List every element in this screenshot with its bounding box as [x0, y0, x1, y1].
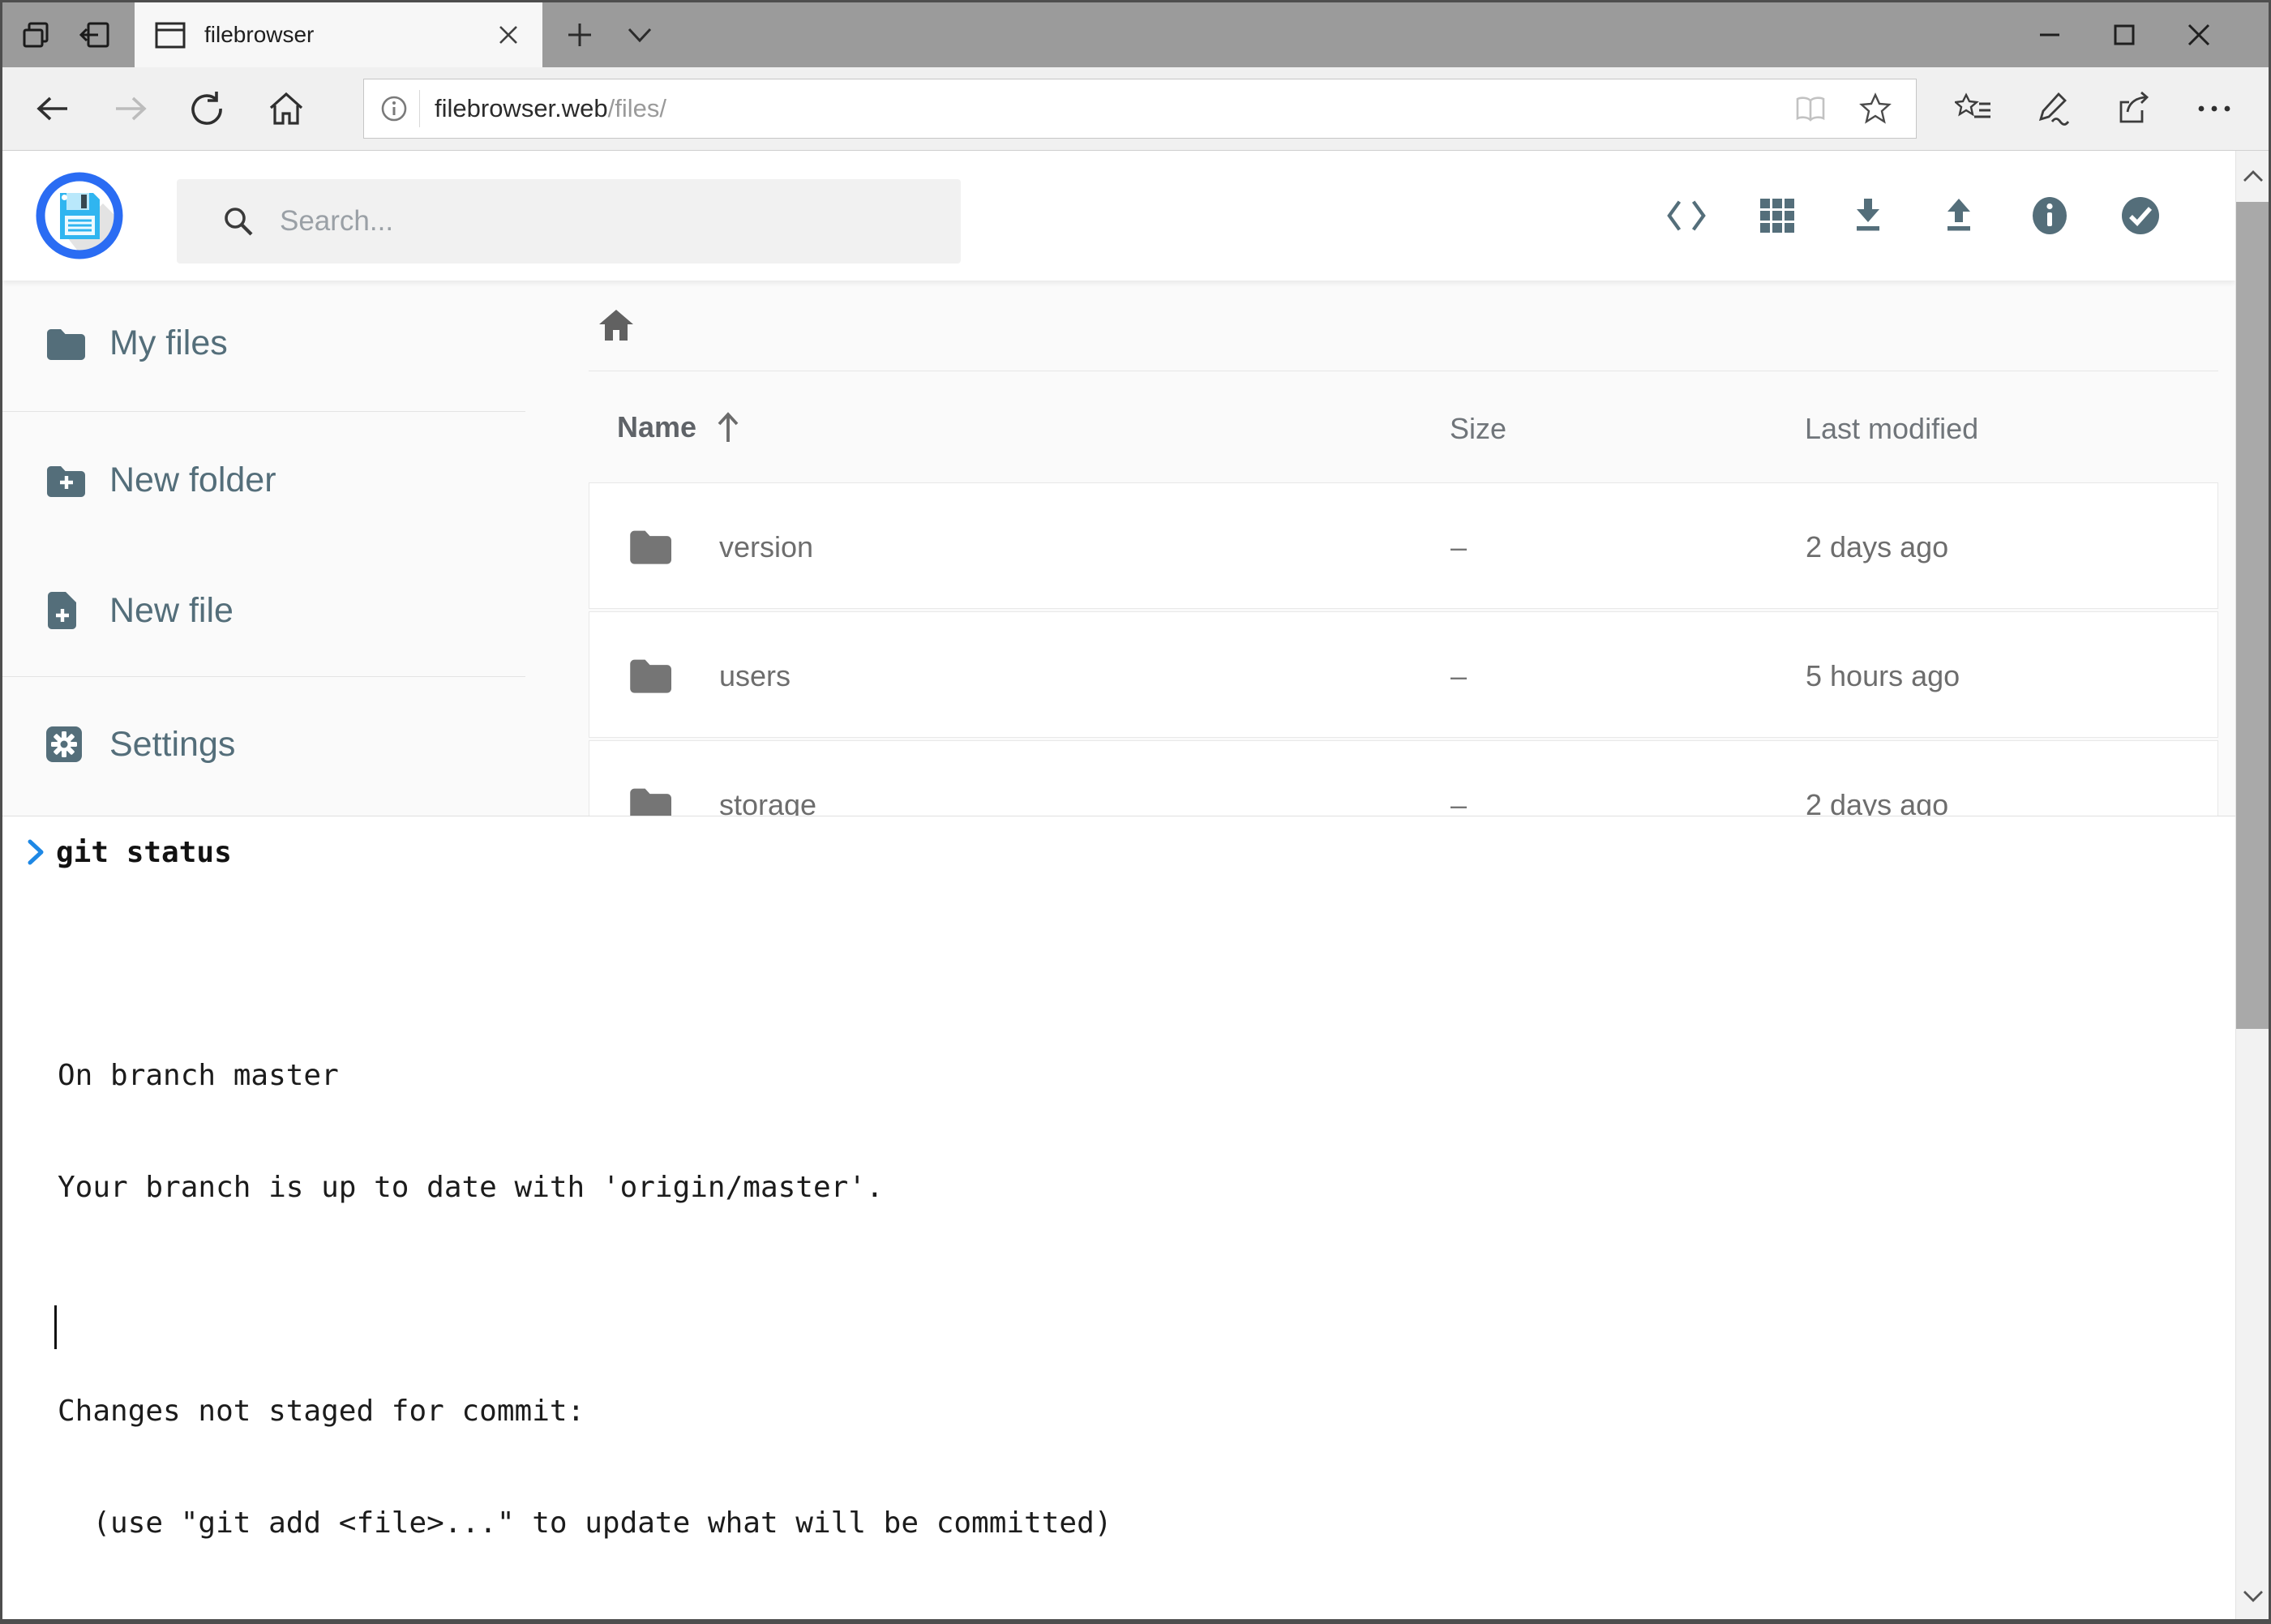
address-bar[interactable]: filebrowser.web/files/	[363, 79, 1917, 139]
folder-icon	[45, 326, 87, 360]
terminal-prompt-line: git status	[2, 833, 232, 871]
terminal-output: On branch master Your branch is up to da…	[58, 871, 1376, 1624]
file-modified: 2 days ago	[1806, 530, 1948, 564]
scrollbar-thumb[interactable]	[2236, 202, 2269, 1029]
sidebar-item-label: Settings	[109, 725, 235, 765]
page-scrollbar[interactable]	[2235, 151, 2269, 1622]
scroll-up-icon[interactable]	[2236, 151, 2269, 201]
address-separator	[419, 90, 420, 127]
search-icon	[221, 204, 255, 238]
filebrowser-header	[2, 151, 2235, 281]
file-name: version	[719, 530, 813, 564]
reading-view-icon[interactable]	[1778, 67, 1843, 150]
web-notes-pen-icon[interactable]	[2013, 67, 2093, 150]
breadcrumb-home-icon[interactable]	[596, 307, 636, 347]
search-input[interactable]	[278, 204, 927, 238]
terminal-panel[interactable]: git status On branch master Your branch …	[2, 816, 2235, 1622]
back-icon[interactable]	[17, 67, 88, 150]
new-file-icon	[45, 590, 87, 631]
column-last-modified[interactable]: Last modified	[1805, 412, 1978, 446]
file-row-users[interactable]: users – 5 hours ago	[589, 611, 2218, 738]
code-editor-icon[interactable]	[1666, 191, 1707, 240]
file-size: –	[1450, 530, 1467, 564]
terminal-cursor	[54, 1305, 57, 1349]
terminal-line: (use "git add <file>..." to update what …	[58, 1505, 1376, 1542]
settings-gear-icon	[45, 725, 87, 764]
close-button[interactable]	[2162, 2, 2236, 67]
sidebar-divider	[2, 676, 525, 677]
terminal-command: git status	[56, 836, 232, 869]
terminal-line: (use "git checkout -- <file>..." to disc…	[58, 1617, 1376, 1624]
maximize-button[interactable]	[2087, 2, 2162, 67]
sidebar-divider	[2, 411, 525, 412]
new-tab-button[interactable]	[552, 2, 607, 67]
terminal-line: Your branch is up to date with 'origin/m…	[58, 1169, 1376, 1206]
filebrowser-logo	[35, 171, 124, 264]
sidebar-item-label: New folder	[109, 461, 276, 500]
new-folder-icon	[45, 463, 87, 497]
file-modified: 5 hours ago	[1806, 659, 1960, 693]
sidebar-item-new-file[interactable]: New file	[2, 572, 525, 649]
file-row-version[interactable]: version – 2 days ago	[589, 482, 2218, 609]
column-name[interactable]: Name	[617, 410, 742, 444]
tab-preview-chevron-icon[interactable]	[612, 2, 667, 67]
favorites-hub-icon[interactable]	[1933, 67, 2013, 150]
page-favicon-icon	[154, 19, 186, 50]
navigation-toolbar: filebrowser.web/files/	[2, 67, 2269, 151]
home-icon[interactable]	[251, 67, 322, 150]
grid-view-icon[interactable]	[1757, 191, 1798, 240]
sidebar-item-my-files[interactable]: My files	[2, 304, 525, 382]
terminal-line: Changes not staged for commit:	[58, 1393, 1376, 1430]
info-icon[interactable]	[2029, 191, 2070, 240]
upload-icon[interactable]	[1939, 191, 1979, 240]
share-icon[interactable]	[2093, 67, 2174, 150]
file-list: version – 2 days ago users – 5 hours ago…	[589, 482, 2218, 869]
scroll-down-icon[interactable]	[2236, 1571, 2269, 1622]
browser-window: filebrowser	[0, 0, 2271, 1624]
file-name: users	[719, 659, 791, 693]
refresh-icon[interactable]	[171, 67, 242, 150]
select-multiple-check-icon[interactable]	[2120, 191, 2161, 240]
file-size: –	[1450, 659, 1467, 693]
prompt-chevron-icon	[25, 836, 46, 868]
browser-tab[interactable]: filebrowser	[135, 2, 542, 67]
settings-more-icon[interactable]	[2174, 67, 2254, 150]
tabs-aside-list-icon[interactable]	[11, 2, 61, 67]
sidebar-item-settings[interactable]: Settings	[2, 705, 525, 783]
forward-icon[interactable]	[95, 67, 166, 150]
download-icon[interactable]	[1848, 191, 1888, 240]
sidebar-item-label: My files	[109, 324, 228, 363]
tab-bar: filebrowser	[2, 2, 2269, 67]
tab-title: filebrowser	[204, 22, 314, 48]
listing-header: Name Size Last modified	[589, 410, 2218, 451]
search-bar[interactable]	[177, 179, 961, 264]
sidebar-item-new-folder[interactable]: New folder	[2, 441, 525, 519]
add-favorite-star-icon[interactable]	[1843, 67, 1908, 150]
folder-icon	[628, 656, 671, 697]
tab-close-icon[interactable]	[497, 24, 520, 46]
url-text[interactable]: filebrowser.web/files/	[435, 94, 666, 123]
set-tabs-aside-icon[interactable]	[67, 2, 121, 67]
site-info-icon[interactable]	[380, 95, 408, 122]
column-size[interactable]: Size	[1450, 412, 1506, 446]
url-host: filebrowser.web	[435, 94, 608, 122]
url-path: /files/	[608, 94, 666, 122]
terminal-line: On branch master	[58, 1057, 1376, 1095]
minimize-button[interactable]	[2012, 2, 2087, 67]
window-controls	[2012, 2, 2236, 67]
sidebar-item-label: New file	[109, 591, 234, 631]
folder-icon	[628, 527, 671, 568]
sort-ascending-icon	[714, 410, 742, 444]
